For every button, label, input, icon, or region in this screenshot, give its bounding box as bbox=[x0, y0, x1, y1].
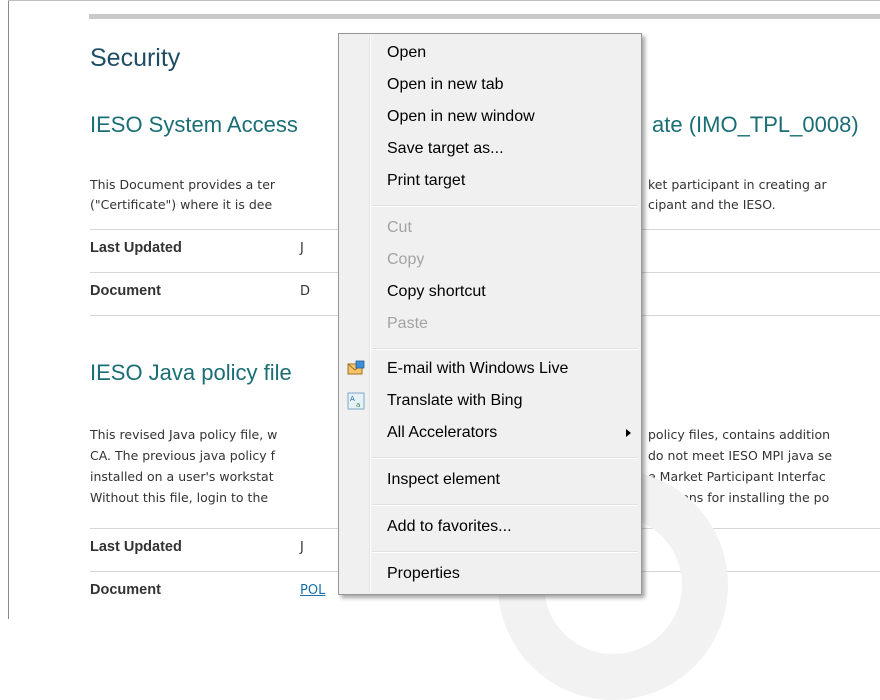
svg-text:a: a bbox=[356, 401, 360, 409]
submenu-arrow-icon bbox=[626, 429, 631, 437]
bing-translate-icon: A a bbox=[347, 392, 365, 410]
doc2-desc-line-4: Without this file, login to the bbox=[90, 490, 269, 505]
menu-item-open-new-tab[interactable]: Open in new tab bbox=[387, 76, 504, 94]
menu-item-cut: Cut bbox=[387, 219, 412, 236]
menu-item-copy: Copy bbox=[387, 251, 425, 268]
menu-separator bbox=[372, 205, 638, 207]
last-updated-value: J bbox=[300, 540, 304, 555]
menu-item-paste: Paste bbox=[387, 315, 428, 332]
menu-item-open[interactable]: Open bbox=[387, 44, 426, 62]
doc2-desc-line-3-right: e Market Participant Interfac bbox=[648, 469, 826, 484]
email-windows-live-icon bbox=[347, 360, 365, 375]
doc1-desc-line-2-right: cipant and the IESO. bbox=[648, 197, 776, 212]
menu-item-open-new-window[interactable]: Open in new window bbox=[387, 108, 535, 126]
svg-text:A: A bbox=[350, 395, 355, 403]
doc2-desc-line-3: installed on a user's workstat bbox=[90, 469, 274, 484]
menu-separator bbox=[372, 457, 638, 459]
document-label: Document bbox=[90, 283, 161, 299]
doc1-desc-line-2: ("Certificate") where it is dee bbox=[90, 197, 273, 212]
doc2-title[interactable]: IESO Java policy file bbox=[90, 360, 292, 386]
menu-item-inspect-element[interactable]: Inspect element bbox=[387, 471, 500, 489]
menu-separator bbox=[372, 551, 638, 553]
menu-separator bbox=[372, 348, 638, 350]
doc1-title-left[interactable]: IESO System Access bbox=[90, 112, 298, 138]
menu-icon-gutter bbox=[369, 36, 371, 592]
context-menu: Open Open in new tab Open in new window … bbox=[338, 33, 642, 595]
doc1-title-right[interactable]: ate (IMO_TPL_0008) bbox=[652, 112, 859, 138]
content-top-rule bbox=[89, 14, 880, 19]
last-updated-label: Last Updated bbox=[90, 240, 182, 256]
menu-item-save-target[interactable]: Save target as... bbox=[387, 140, 504, 158]
doc2-desc-line-2: CA. The previous java policy f bbox=[90, 448, 275, 463]
doc1-desc-line-1-right: ket participant in creating ar bbox=[648, 177, 827, 192]
doc2-desc-line-1-right: policy files, contains addition bbox=[648, 427, 831, 442]
doc2-desc-line-1: This revised Java policy file, w bbox=[90, 427, 278, 442]
last-updated-label: Last Updated bbox=[90, 539, 182, 555]
menu-item-copy-shortcut[interactable]: Copy shortcut bbox=[387, 283, 486, 301]
last-updated-value: J bbox=[300, 241, 304, 256]
document-link[interactable]: POL bbox=[300, 583, 325, 598]
document-link[interactable]: D bbox=[300, 284, 310, 299]
menu-item-translate[interactable]: Translate with Bing bbox=[387, 392, 522, 410]
menu-item-all-accelerators[interactable]: All Accelerators bbox=[387, 424, 497, 442]
section-title: Security bbox=[90, 44, 181, 72]
doc1-desc-line-1: This Document provides a ter bbox=[90, 177, 276, 192]
menu-item-email[interactable]: E-mail with Windows Live bbox=[387, 360, 568, 378]
menu-item-properties[interactable]: Properties bbox=[387, 565, 460, 583]
menu-item-print-target[interactable]: Print target bbox=[387, 172, 465, 190]
menu-item-add-to-favorites[interactable]: Add to favorites... bbox=[387, 518, 512, 536]
browser-frame-edge bbox=[0, 0, 9, 619]
document-label: Document bbox=[90, 582, 161, 598]
browser-frame-top bbox=[8, 0, 880, 1]
doc2-desc-line-2-right: do not meet IESO MPI java se bbox=[648, 448, 833, 463]
menu-separator bbox=[372, 504, 638, 506]
